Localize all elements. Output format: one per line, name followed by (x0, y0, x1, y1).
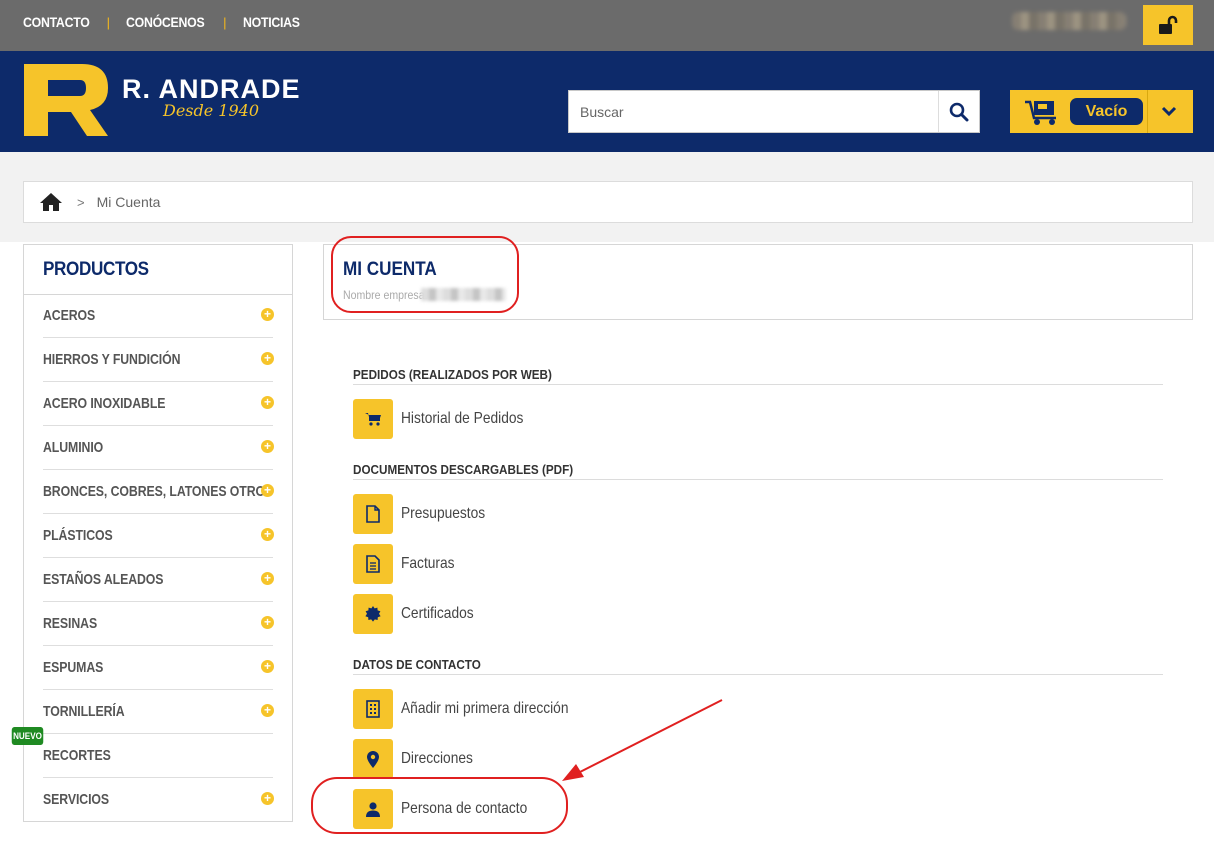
nav-separator: | (223, 14, 227, 30)
link-label: Presupuestos (401, 505, 486, 522)
cart-status-badge: Vacío (1070, 98, 1143, 125)
home-link[interactable] (39, 192, 63, 212)
section-divider (353, 674, 1163, 675)
sidebar-item-plasticos[interactable]: PLÁSTICOS + (43, 514, 274, 558)
file-icon (353, 494, 393, 534)
sidebar-item-label: ACERO INOXIDABLE (43, 395, 166, 412)
cart-icon (353, 399, 393, 439)
link-order-history[interactable]: Historial de Pedidos (353, 399, 543, 439)
link-certificados[interactable]: Certificados (353, 594, 485, 634)
top-bar: CONTACTO | CONÓCENOS | NOTICIAS (0, 0, 1214, 51)
unlock-icon (1159, 15, 1178, 34)
sidebar-item-label: ESTAÑOS ALEADOS (43, 571, 164, 588)
sidebar-list: ACEROS + HIERROS Y FUNDICIÓN + ACERO INOXI… (24, 294, 292, 822)
search-button[interactable] (938, 91, 979, 132)
certificate-icon (353, 594, 393, 634)
sidebar-item-espumas[interactable]: ESPUMAS + (43, 646, 274, 690)
sidebar-item-aceros[interactable]: ACEROS + (43, 294, 274, 338)
building-icon (353, 689, 393, 729)
sidebar-item-aluminio[interactable]: ALUMINIO + (43, 426, 274, 470)
sidebar-item-label: ACEROS (43, 307, 96, 324)
plus-circle-icon[interactable]: + (261, 308, 274, 321)
products-sidebar: PRODUCTOS ACEROS + HIERROS Y FUNDICIÓN + A… (23, 244, 293, 822)
search-icon (949, 102, 969, 121)
nav-separator: | (106, 14, 111, 30)
link-presupuestos[interactable]: Presupuestos (353, 494, 499, 534)
account-header: MI CUENTA Nombre empresa: (323, 244, 1193, 320)
sidebar-item-label: HIERROS Y FUNDICIÓN (43, 351, 181, 368)
company-name-label: Nombre empresa: (343, 288, 428, 302)
redacted-user-name[interactable] (1012, 12, 1126, 30)
page-title: MI CUENTA (343, 259, 437, 280)
sidebar-item-label: BRONCES, COBRES, LATONES OTROS (43, 483, 274, 500)
link-label: Direcciones (401, 750, 473, 767)
nav-link-contacto[interactable]: CONTACTO (23, 14, 90, 30)
cart-button[interactable]: Vacío (1010, 90, 1193, 133)
link-label: Certificados (401, 605, 474, 622)
home-icon (40, 193, 62, 211)
annotation-arrow (562, 699, 723, 781)
redacted-company-name (421, 288, 506, 301)
section-divider (353, 384, 1163, 385)
map-marker-icon (353, 739, 393, 779)
logout-button[interactable] (1143, 5, 1193, 45)
sidebar-item-label: TORNILLERÍA (43, 703, 125, 720)
file-text-icon (353, 544, 393, 584)
plus-circle-icon[interactable]: + (261, 352, 274, 365)
plus-circle-icon[interactable]: + (261, 792, 274, 805)
sidebar-item-label: ESPUMAS (43, 659, 104, 676)
search-input[interactable] (569, 91, 939, 132)
link-label: Añadir mi primera dirección (401, 700, 569, 717)
sidebar-item-acero-inoxidable[interactable]: ACERO INOXIDABLE + (43, 382, 274, 426)
plus-circle-icon[interactable]: + (261, 616, 274, 629)
plus-circle-icon[interactable]: + (261, 572, 274, 585)
trolley-icon (1025, 100, 1056, 125)
sidebar-item-resinas[interactable]: RESINAS + (43, 602, 274, 646)
sidebar-item-label: SERVICIOS (43, 791, 110, 808)
section-heading-orders: PEDIDOS (REALIZADOS POR WEB) (353, 367, 552, 382)
breadcrumb: > Mi Cuenta (23, 181, 1193, 223)
breadcrumb-separator: > (77, 194, 85, 210)
section-heading-contact: DATOS DE CONTACTO (353, 657, 481, 672)
link-label: Facturas (401, 555, 455, 572)
sidebar-item-bronces[interactable]: BRONCES, COBRES, LATONES OTROS + (43, 470, 274, 514)
breadcrumb-current: Mi Cuenta (96, 194, 161, 210)
sidebar-item-estanos[interactable]: ESTAÑOS ALEADOS + (43, 558, 274, 602)
new-badge: NUEVO (11, 727, 44, 745)
sidebar-item-label: ALUMINIO (43, 439, 104, 456)
plus-circle-icon[interactable]: + (261, 396, 274, 409)
plus-circle-icon[interactable]: + (261, 440, 274, 453)
sidebar-item-hierros[interactable]: HIERROS Y FUNDICIÓN + (43, 338, 274, 382)
plus-circle-icon[interactable]: + (261, 660, 274, 673)
plus-circle-icon[interactable]: + (261, 704, 274, 717)
link-label: Historial de Pedidos (401, 410, 524, 427)
section-divider (353, 479, 1163, 480)
cart-divider (1147, 90, 1148, 133)
nav-link-conocenos[interactable]: CONÓCENOS (126, 14, 205, 30)
chevron-down-icon[interactable] (1160, 102, 1178, 120)
link-facturas[interactable]: Facturas (353, 544, 463, 584)
sidebar-item-label: RESINAS (43, 615, 98, 632)
section-heading-documents: DOCUMENTOS DESCARGABLES (PDF) (353, 462, 574, 477)
brand-tagline: Desde 1940 (163, 101, 260, 120)
sidebar-item-label: PLÁSTICOS (43, 527, 113, 544)
top-nav: CONTACTO | CONÓCENOS | NOTICIAS (23, 0, 307, 44)
sidebar-item-servicios[interactable]: SERVICIOS + (43, 778, 274, 822)
sidebar-item-tornilleria[interactable]: TORNILLERÍA + (43, 690, 274, 734)
link-label: Persona de contacto (401, 800, 528, 817)
link-contact-person[interactable]: Persona de contacto (353, 789, 548, 829)
nav-link-noticias[interactable]: NOTICIAS (243, 14, 300, 30)
plus-circle-icon[interactable]: + (261, 484, 274, 497)
sidebar-item-recortes[interactable]: RECORTES (43, 734, 273, 778)
r-logo[interactable] (24, 64, 108, 136)
user-icon (353, 789, 393, 829)
sidebar-item-label: RECORTES (43, 747, 111, 764)
sidebar-title: PRODUCTOS (43, 259, 149, 280)
search-box (568, 90, 980, 133)
plus-circle-icon[interactable]: + (261, 528, 274, 541)
link-addresses[interactable]: Direcciones (353, 739, 485, 779)
